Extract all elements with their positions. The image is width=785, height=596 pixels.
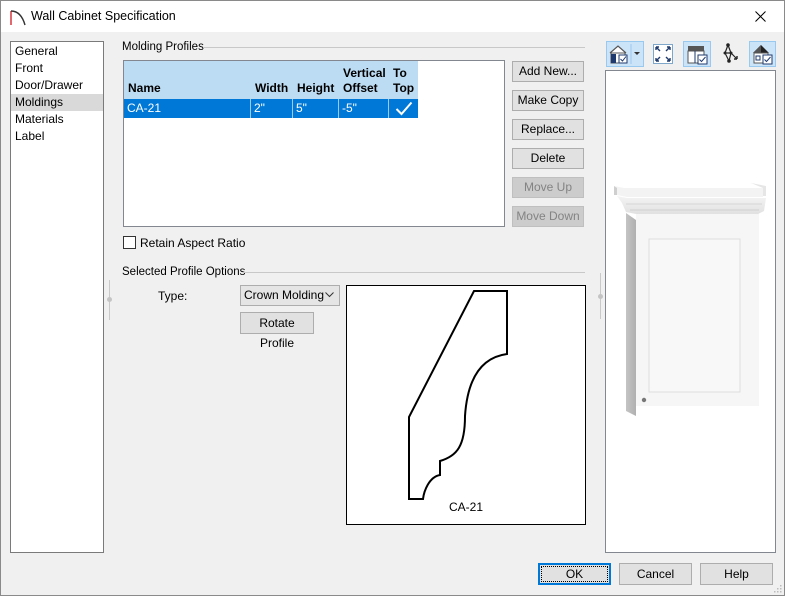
- molding-profiles-group-label: Molding Profiles: [122, 41, 204, 53]
- title-bar: Wall Cabinet Specification: [1, 1, 784, 32]
- table-row[interactable]: CA-21 2" 5" -5": [124, 99, 418, 118]
- app-logo-icon: [10, 10, 26, 26]
- chevron-down-icon: [325, 292, 334, 298]
- rotate-profile-button[interactable]: Rotate Profile: [240, 312, 314, 350]
- selected-profile-options-label: Selected Profile Options: [122, 266, 246, 278]
- cabinet-3d-preview[interactable]: [605, 70, 776, 553]
- column-header-offset[interactable]: Offset: [343, 81, 378, 96]
- nav-item-materials[interactable]: Materials: [11, 111, 103, 128]
- add-new-button[interactable]: Add New...: [512, 61, 584, 82]
- column-header-to[interactable]: To: [393, 66, 407, 81]
- column-header-height[interactable]: Height: [297, 81, 334, 96]
- dimension-lines-button[interactable]: [717, 41, 743, 67]
- type-dropdown-value: Crown Molding: [244, 288, 325, 302]
- retain-aspect-ratio-checkbox[interactable]: [123, 236, 136, 249]
- nav-item-front[interactable]: Front: [11, 60, 103, 77]
- cell-width: 2": [251, 99, 293, 118]
- move-down-button[interactable]: Move Down: [512, 206, 584, 227]
- close-icon: [755, 11, 766, 22]
- window-title: Wall Cabinet Specification: [31, 9, 176, 23]
- type-dropdown[interactable]: Crown Molding: [240, 285, 340, 306]
- cell-height: 5": [293, 99, 339, 118]
- nav-item-door-drawer[interactable]: Door/Drawer: [11, 77, 103, 94]
- fill-window-icon: [653, 44, 673, 64]
- delete-button[interactable]: Delete: [512, 148, 584, 169]
- resize-grip-icon[interactable]: [772, 583, 782, 593]
- close-button[interactable]: [738, 1, 784, 32]
- column-header-name[interactable]: Name: [128, 81, 161, 96]
- cell-name: CA-21: [124, 99, 251, 118]
- wall-cabinet-render: [614, 183, 766, 416]
- profile-preview: CA-21: [346, 285, 586, 525]
- dimension-lines-icon: [723, 43, 738, 63]
- group-divider: [243, 272, 585, 273]
- checkmark-icon: [395, 101, 413, 116]
- column-header-top[interactable]: Top: [393, 81, 414, 96]
- show-room-icon: [687, 46, 708, 65]
- column-header-width[interactable]: Width: [255, 81, 288, 96]
- cell-vertical-offset: -5": [339, 99, 389, 118]
- camera-view-button[interactable]: [606, 41, 644, 67]
- right-splitter[interactable]: [598, 273, 603, 319]
- cell-to-top[interactable]: [389, 99, 418, 118]
- nav-item-moldings[interactable]: Moldings: [11, 94, 103, 111]
- camera-view-icon: [609, 44, 640, 64]
- dialog-window: Wall Cabinet Specification General Front…: [0, 0, 785, 596]
- column-header-vertical[interactable]: Vertical: [343, 66, 386, 81]
- left-splitter[interactable]: [107, 280, 112, 320]
- show-room-button[interactable]: [683, 41, 711, 67]
- replace-button[interactable]: Replace...: [512, 119, 584, 140]
- make-copy-button[interactable]: Make Copy: [512, 90, 584, 111]
- cancel-button[interactable]: Cancel: [619, 563, 692, 585]
- nav-item-label[interactable]: Label: [11, 128, 103, 145]
- retain-aspect-ratio-label[interactable]: Retain Aspect Ratio: [140, 236, 245, 250]
- help-button[interactable]: Help: [700, 563, 773, 585]
- show-shading-icon: [753, 45, 773, 65]
- nav-item-general[interactable]: General: [11, 43, 103, 60]
- profile-name-label: CA-21: [448, 500, 483, 514]
- ok-button[interactable]: OK: [538, 563, 611, 585]
- focus-rect: [541, 566, 608, 582]
- molding-profiles-table[interactable]: Name Width Height Vertical Offset To Top…: [123, 60, 505, 227]
- category-list[interactable]: General Front Door/Drawer Moldings Mater…: [10, 41, 104, 553]
- group-divider: [203, 47, 585, 48]
- table-header: Name Width Height Vertical Offset To Top: [124, 61, 418, 99]
- crown-molding-profile-shape: [408, 290, 508, 500]
- type-label: Type:: [158, 289, 188, 303]
- fill-window-button[interactable]: [650, 41, 676, 67]
- show-shading-button[interactable]: [749, 41, 776, 67]
- move-up-button[interactable]: Move Up: [512, 177, 584, 198]
